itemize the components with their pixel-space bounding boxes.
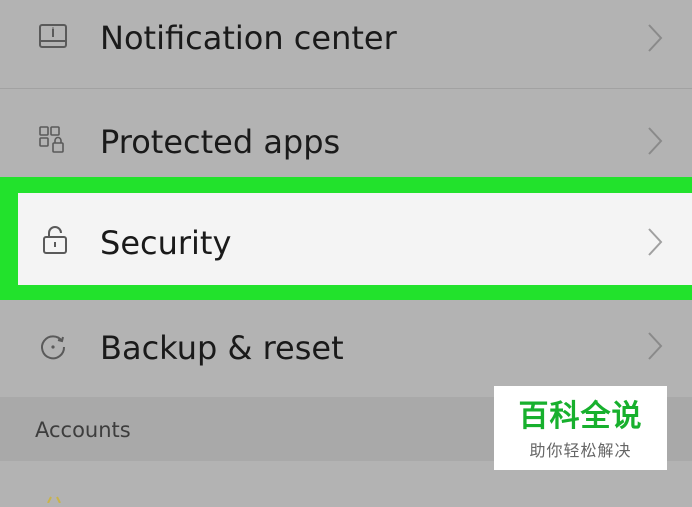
settings-item-protected-apps[interactable]: Protected apps bbox=[0, 89, 692, 177]
settings-item-label: Protected apps bbox=[100, 123, 341, 161]
settings-item-label: Notification center bbox=[100, 19, 397, 57]
protected-apps-icon bbox=[38, 125, 68, 155]
watermark-subtitle: 助你轻松解决 bbox=[529, 441, 632, 460]
section-header-label: Accounts bbox=[35, 418, 131, 442]
chevron-right-icon bbox=[645, 22, 665, 54]
chevron-right-icon bbox=[645, 125, 665, 157]
settings-item-label: Backup & reset bbox=[100, 329, 344, 367]
watermark-logo: 百科全说 助你轻松解决 bbox=[494, 386, 667, 470]
account-icon bbox=[46, 488, 62, 504]
chevron-right-icon bbox=[645, 330, 665, 362]
lock-icon bbox=[40, 225, 70, 255]
settings-item-security[interactable]: Security bbox=[18, 193, 692, 285]
notification-center-icon bbox=[38, 22, 68, 52]
chevron-right-icon bbox=[645, 226, 665, 258]
backup-reset-icon bbox=[38, 332, 68, 362]
settings-item-backup-reset[interactable]: Backup & reset bbox=[0, 300, 692, 396]
settings-item-notification-center[interactable]: Notification center bbox=[0, 0, 692, 88]
settings-item-label: Security bbox=[100, 224, 232, 262]
watermark-title: 百科全说 bbox=[518, 399, 643, 434]
